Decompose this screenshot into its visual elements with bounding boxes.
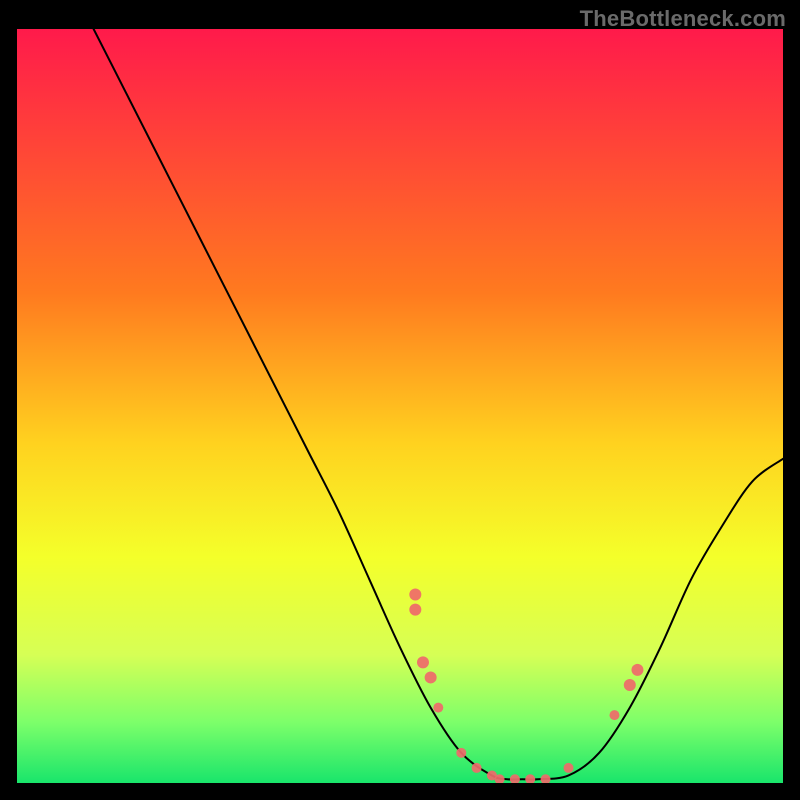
data-marker (541, 774, 551, 783)
bottleneck-curve (94, 29, 783, 780)
data-marker (631, 664, 643, 676)
curve-layer (94, 29, 783, 780)
data-marker (472, 763, 482, 773)
data-marker (425, 671, 437, 683)
data-marker (433, 703, 443, 713)
data-marker (409, 604, 421, 616)
data-marker (409, 589, 421, 601)
chart-stage: TheBottleneck.com (0, 0, 800, 800)
data-marker (417, 656, 429, 668)
data-marker (510, 774, 520, 783)
data-marker (624, 679, 636, 691)
data-marker (456, 748, 466, 758)
watermark-text: TheBottleneck.com (580, 6, 786, 32)
plot-overlay (17, 29, 783, 783)
marker-layer (409, 589, 643, 784)
data-marker (525, 774, 535, 783)
data-marker (609, 710, 619, 720)
data-marker (564, 763, 574, 773)
